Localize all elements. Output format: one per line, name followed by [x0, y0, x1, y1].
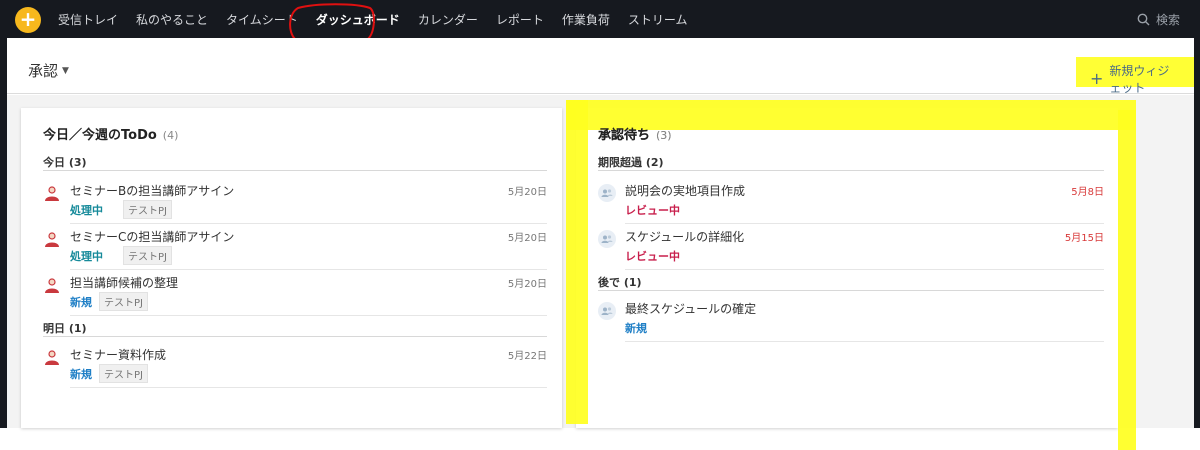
approval-title-overlay-text: 承認待ち	[598, 128, 651, 143]
project-tag[interactable]: テストPJ	[99, 364, 148, 383]
dashboard-header: 承認 ▼	[7, 38, 1194, 94]
user-avatar-icon	[45, 232, 59, 247]
frame-left	[0, 38, 7, 428]
yellow-highlight-right	[1118, 110, 1136, 450]
task-name[interactable]: セミナーCの担当講師アサイン	[70, 228, 234, 245]
due-date: 5月20日	[507, 233, 547, 244]
task-name[interactable]: セミナー資料作成	[70, 346, 166, 363]
nav-dashboard[interactable]: ダッシュボード	[316, 11, 400, 28]
due-date: 5月22日	[507, 351, 547, 362]
project-tag[interactable]: テストPJ	[99, 292, 148, 311]
row-divider	[625, 341, 1104, 342]
add-button[interactable]: +	[15, 7, 41, 33]
new-widget-label: 新規ウィジェット	[1109, 64, 1170, 95]
bottom-strip	[0, 428, 1200, 450]
approval-widget: 承認待ち (3) 期限超過 (2) 説明会の実地項目作成 レビュー中 5月8日 ス…	[576, 108, 1118, 428]
task-status: 新規	[625, 322, 647, 335]
project-tag[interactable]: テストPJ	[123, 246, 172, 265]
task-item[interactable]: 担当講師候補の整理 新規 テストPJ 5月20日	[43, 272, 547, 316]
task-name[interactable]: 最終スケジュールの確定	[625, 300, 756, 317]
task-name[interactable]: スケジュールの詳細化	[625, 228, 744, 245]
due-date: 5月15日	[1064, 233, 1104, 244]
task-status: 処理中	[70, 250, 103, 263]
dashboard-selector[interactable]: 承認 ▼	[28, 60, 69, 81]
user-avatar-icon	[45, 350, 59, 365]
task-status: レビュー中	[625, 204, 680, 217]
section-divider	[43, 170, 547, 171]
row-divider	[70, 269, 547, 270]
todo-widget: 今日／今週のToDo (4) 今日 (3) セミナーBの担当講師アサイン 処理中 …	[21, 108, 562, 428]
task-item[interactable]: スケジュールの詳細化 レビュー中 5月15日	[598, 226, 1104, 270]
task-name[interactable]: セミナーBの担当講師アサイン	[70, 182, 234, 199]
task-item[interactable]: セミナーBの担当講師アサイン 処理中 テストPJ 5月20日	[43, 180, 547, 224]
page-title: 承認	[28, 62, 59, 80]
user-avatar-icon	[45, 186, 59, 201]
row-divider	[625, 223, 1104, 224]
task-item[interactable]: セミナーCの担当講師アサイン 処理中 テストPJ 5月20日	[43, 226, 547, 270]
section-divider	[598, 290, 1104, 291]
section-divider	[43, 336, 547, 337]
group-avatar-icon	[598, 302, 616, 320]
section-label: 今日 (3)	[43, 156, 87, 169]
due-date: 5月8日	[1071, 187, 1104, 198]
widget-title: 今日／今週のToDo (4)	[43, 124, 178, 143]
main-nav: 受信トレイ 私のやること タイムシート ダッシュボード カレンダー レポート 作…	[58, 0, 706, 38]
task-name[interactable]: 説明会の実地項目作成	[625, 182, 745, 199]
nav-timesheet[interactable]: タイムシート	[226, 11, 298, 28]
approval-title-overlay: 承認待ち (3)	[598, 124, 672, 143]
section-label: 明日 (1)	[43, 322, 87, 335]
nav-reports[interactable]: レポート	[496, 11, 544, 28]
project-tag[interactable]: テストPJ	[123, 200, 172, 219]
row-divider	[70, 315, 547, 316]
caret-down-icon: ▼	[62, 65, 69, 76]
approval-count-overlay: (3)	[656, 129, 672, 142]
plus-icon: +	[1090, 69, 1104, 88]
group-avatar-icon	[598, 184, 616, 202]
row-divider	[70, 223, 547, 224]
row-divider	[70, 387, 547, 388]
nav-my-work[interactable]: 私のやること	[136, 11, 208, 28]
task-item[interactable]: 説明会の実地項目作成 レビュー中 5月8日	[598, 180, 1104, 224]
top-nav-bar: + 受信トレイ 私のやること タイムシート ダッシュボード カレンダー レポート…	[0, 0, 1200, 38]
widget-title-text: 今日／今週のToDo	[43, 128, 157, 143]
task-item[interactable]: セミナー資料作成 新規 テストPJ 5月22日	[43, 344, 547, 388]
nav-calendar[interactable]: カレンダー	[418, 11, 478, 28]
group-avatar-icon	[598, 230, 616, 248]
user-avatar-icon	[45, 278, 59, 293]
task-name[interactable]: 担当講師候補の整理	[70, 274, 178, 291]
yellow-highlight-left	[566, 100, 588, 424]
search-icon	[1137, 13, 1150, 26]
search-label: 検索	[1155, 13, 1180, 27]
section-label: 後で (1)	[598, 276, 642, 289]
widget-count: (4)	[162, 129, 179, 142]
row-divider	[625, 269, 1104, 270]
nav-inbox[interactable]: 受信トレイ	[58, 11, 118, 28]
section-divider	[598, 170, 1104, 171]
due-date: 5月20日	[507, 187, 547, 198]
nav-stream[interactable]: ストリーム	[628, 11, 688, 28]
task-item[interactable]: 最終スケジュールの確定 新規	[598, 298, 1104, 342]
section-label: 期限超過 (2)	[598, 156, 664, 169]
search-box[interactable]: 検索	[1137, 11, 1180, 28]
task-status: 新規	[70, 368, 92, 381]
task-status: 処理中	[70, 204, 103, 217]
new-widget-button[interactable]: + 新規ウィジェット	[1090, 62, 1172, 96]
task-status: 新規	[70, 296, 92, 309]
due-date: 5月20日	[507, 279, 547, 290]
nav-workload[interactable]: 作業負荷	[562, 11, 610, 28]
task-status: レビュー中	[625, 250, 680, 263]
frame-right	[1194, 38, 1200, 428]
